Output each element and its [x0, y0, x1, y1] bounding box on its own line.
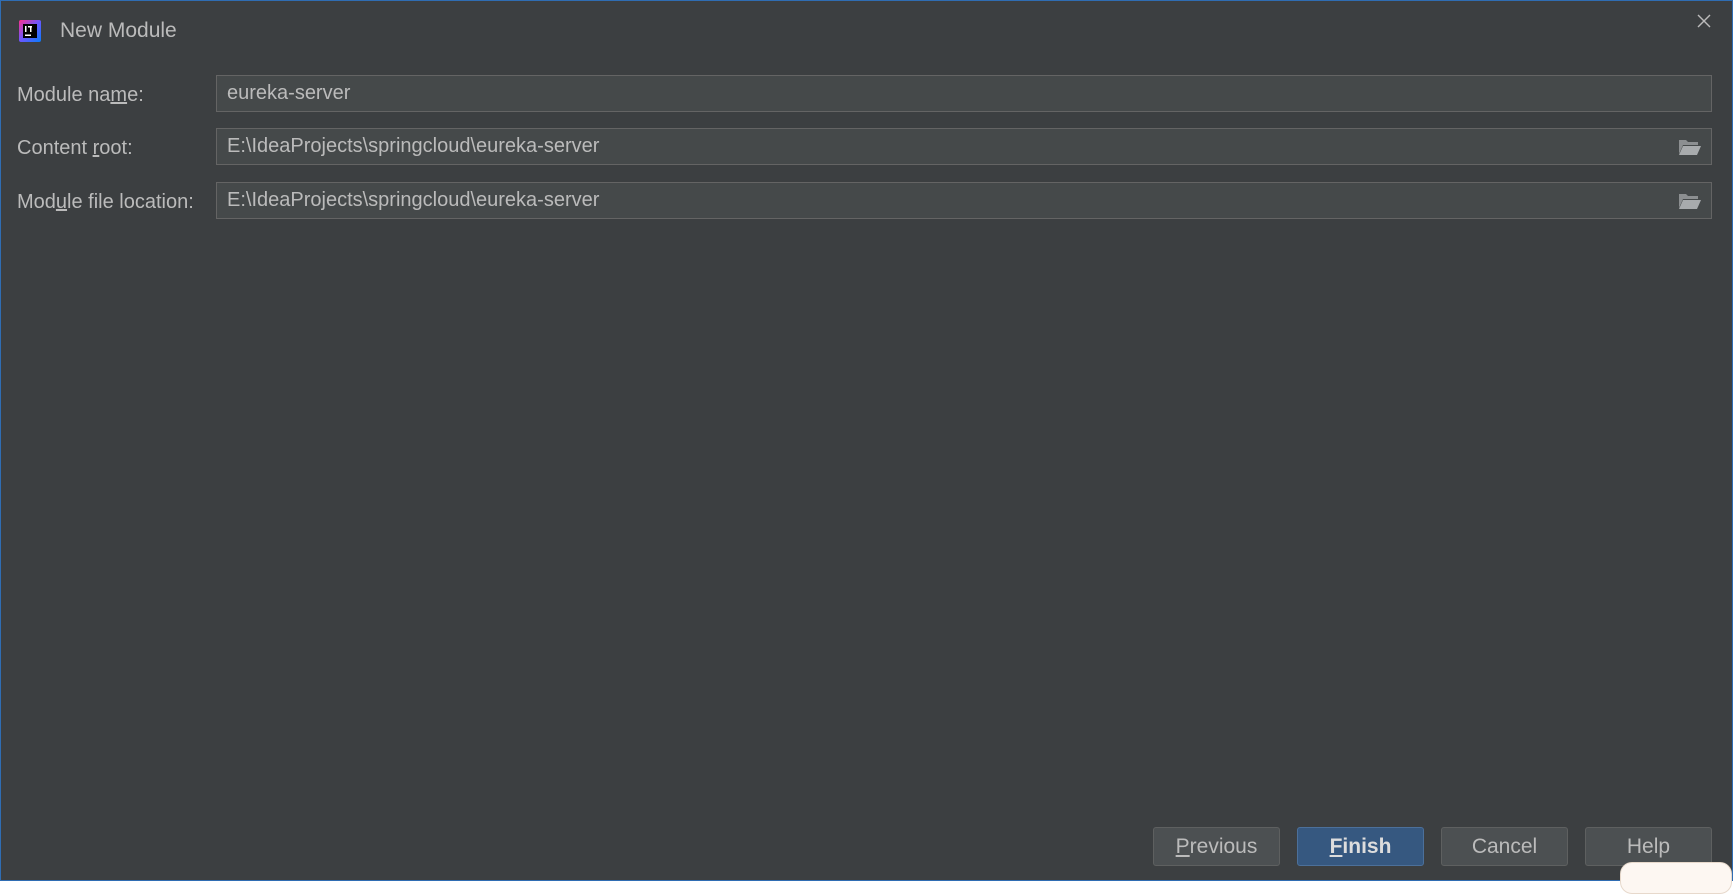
finish-button[interactable]: Finish — [1297, 827, 1424, 866]
help-button[interactable]: Help — [1585, 827, 1712, 866]
cancel-button[interactable]: Cancel — [1441, 827, 1568, 866]
dialog-title: New Module — [60, 19, 177, 42]
folder-icon[interactable] — [1678, 192, 1702, 210]
folder-icon[interactable] — [1678, 138, 1702, 156]
content-root-row: Content root: — [1, 128, 1732, 168]
content-root-label: Content root: — [17, 137, 133, 159]
module-name-row: Module name: — [1, 75, 1732, 115]
module-name-input[interactable] — [227, 76, 1667, 111]
module-name-label: Module name: — [17, 84, 144, 106]
content-root-input[interactable] — [227, 129, 1667, 164]
module-name-field[interactable] — [216, 75, 1712, 112]
content-root-field[interactable] — [216, 128, 1712, 165]
intellij-idea-icon — [19, 20, 41, 42]
module-file-location-field[interactable] — [216, 182, 1712, 219]
close-icon[interactable] — [1694, 11, 1714, 31]
floating-widget — [1620, 862, 1732, 894]
module-file-location-row: Module file location: — [1, 182, 1732, 222]
title-bar: New Module — [1, 1, 1732, 61]
module-file-location-label: Module file location: — [17, 191, 194, 213]
new-module-dialog: New Module Module name: Content root: Mo… — [0, 0, 1733, 881]
module-file-location-input[interactable] — [227, 183, 1667, 218]
previous-button[interactable]: Previous — [1153, 827, 1280, 866]
